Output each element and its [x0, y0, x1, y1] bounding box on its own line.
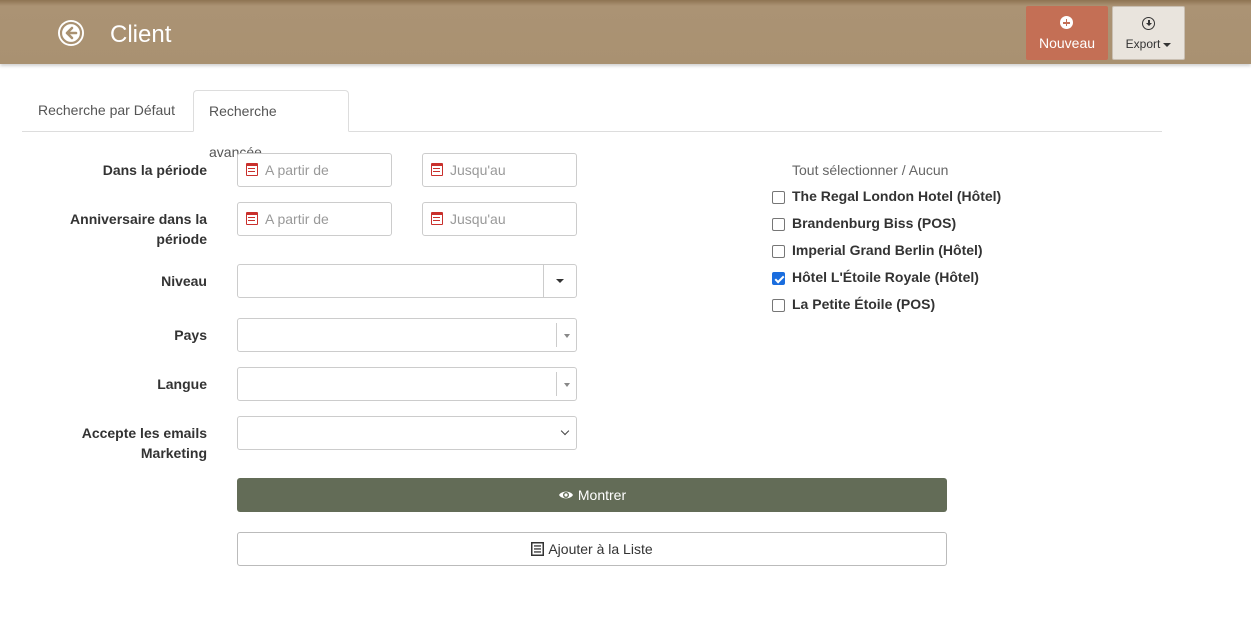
- language-label: Langue: [157, 376, 207, 392]
- download-icon: [1142, 17, 1155, 30]
- property-checkbox[interactable]: [772, 245, 785, 258]
- period-label: Dans la période: [102, 162, 207, 178]
- property-label[interactable]: Imperial Grand Berlin (Hôtel): [792, 242, 983, 258]
- export-button-label: Export: [1113, 37, 1184, 51]
- eye-icon: [558, 491, 573, 499]
- caret-down-icon: [1163, 42, 1172, 47]
- property-checkbox[interactable]: [772, 218, 785, 231]
- property-label[interactable]: The Regal London Hotel (Hôtel): [792, 188, 1001, 204]
- language-select[interactable]: [237, 367, 577, 401]
- select-divider: [556, 372, 557, 396]
- arrow-left-icon: [59, 21, 83, 45]
- period-to-field[interactable]: Jusqu'au: [422, 153, 577, 187]
- marketing-select[interactable]: [237, 416, 577, 450]
- property-label[interactable]: La Petite Étoile (POS): [792, 296, 935, 312]
- select-none-link[interactable]: Aucun: [909, 162, 949, 178]
- calendar-icon: [246, 163, 258, 176]
- plus-circle-icon: [1060, 16, 1073, 29]
- calendar-icon: [431, 163, 443, 176]
- select-divider: [556, 323, 557, 347]
- period-to-placeholder: Jusqu'au: [450, 162, 506, 178]
- tab-default-search[interactable]: Recherche par Défaut: [23, 90, 190, 131]
- birthday-from-placeholder: A partir de: [265, 211, 329, 227]
- select-separator: /: [901, 162, 906, 178]
- property-checkbox[interactable]: [772, 299, 785, 312]
- period-from-placeholder: A partir de: [265, 162, 329, 178]
- birthday-label: Anniversaire dans la période: [70, 211, 207, 247]
- country-label: Pays: [174, 327, 207, 343]
- country-select[interactable]: [237, 318, 577, 352]
- caret-down-icon: [564, 383, 570, 387]
- add-to-list-label: Ajouter à la Liste: [548, 541, 653, 557]
- level-select[interactable]: [237, 264, 577, 298]
- property-label[interactable]: Hôtel L'Étoile Royale (Hôtel): [792, 269, 979, 285]
- property-checkbox[interactable]: [772, 191, 785, 204]
- new-button[interactable]: Nouveau: [1026, 6, 1108, 60]
- caret-down-icon: [564, 334, 570, 338]
- export-button[interactable]: Export: [1112, 6, 1185, 60]
- chevron-down-icon: [560, 426, 570, 436]
- show-button[interactable]: Montrer: [237, 478, 947, 512]
- add-to-list-button[interactable]: Ajouter à la Liste: [237, 532, 947, 566]
- calendar-icon: [246, 212, 258, 225]
- birthday-to-placeholder: Jusqu'au: [450, 211, 506, 227]
- app-header: Client Nouveau Export: [0, 0, 1251, 64]
- select-divider: [543, 265, 544, 297]
- birthday-from-field[interactable]: A partir de: [237, 202, 392, 236]
- property-checkbox[interactable]: [772, 272, 785, 285]
- back-button[interactable]: [58, 20, 84, 46]
- select-all-row: Tout sélectionner / Aucun: [792, 162, 948, 178]
- property-label[interactable]: Brandenburg Biss (POS): [792, 215, 956, 231]
- period-from-field[interactable]: A partir de: [237, 153, 392, 187]
- new-button-label: Nouveau: [1038, 35, 1096, 51]
- show-button-label: Montrer: [577, 487, 627, 503]
- level-label: Niveau: [161, 273, 207, 289]
- page-title: Client: [110, 21, 172, 48]
- select-all-link[interactable]: Tout sélectionner: [792, 162, 898, 178]
- tab-advanced-search[interactable]: Recherche avancée: [193, 90, 349, 160]
- caret-down-icon: [556, 279, 564, 283]
- calendar-icon: [431, 212, 443, 225]
- birthday-to-field[interactable]: Jusqu'au: [422, 202, 577, 236]
- list-icon: [531, 541, 545, 556]
- marketing-label: Accepte les emails Marketing: [81, 425, 207, 461]
